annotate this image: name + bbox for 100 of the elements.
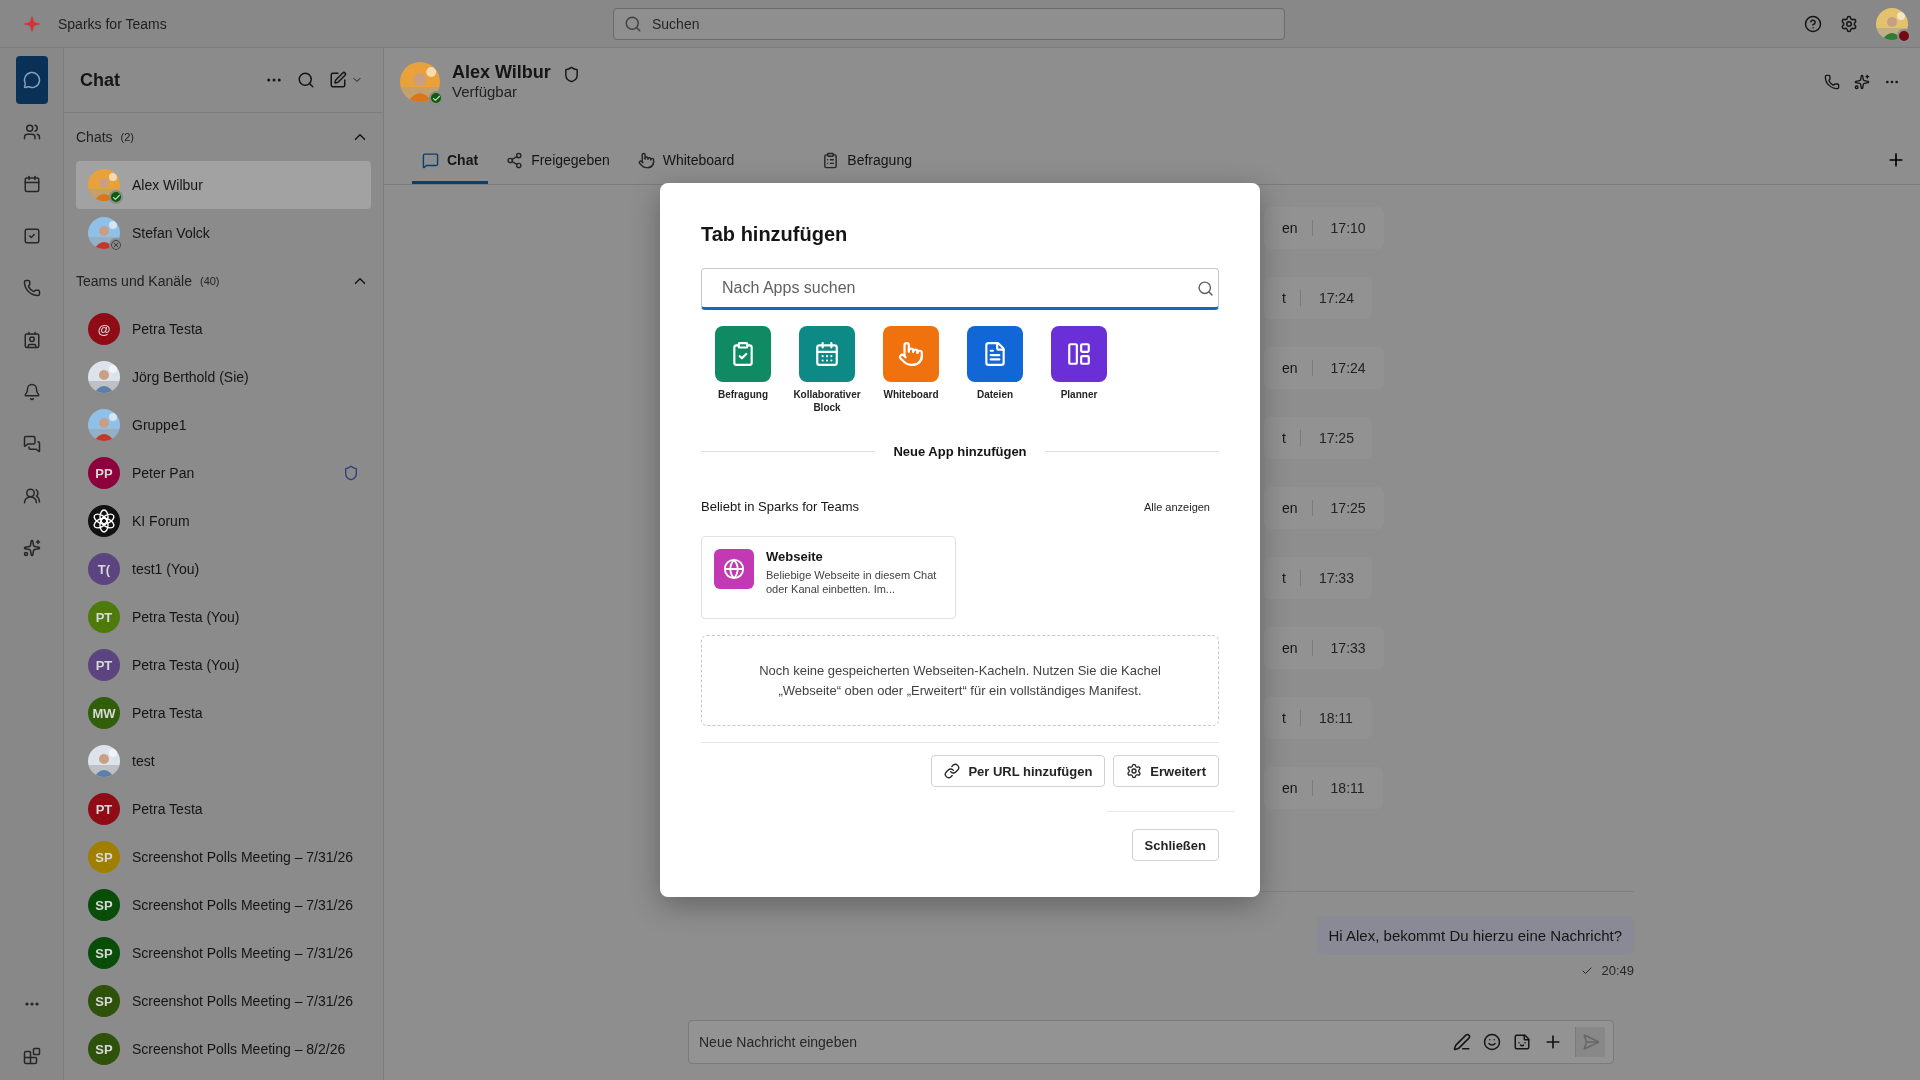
chat-name: Petra Testa (You) (132, 609, 241, 625)
app-search-bar[interactable]: Nach Apps suchen (701, 268, 1219, 310)
app-tile[interactable]: Befragung (701, 326, 785, 414)
chat-name: Stefan Volck (132, 225, 211, 241)
chat-list-item[interactable]: T( test1 (You) (76, 545, 371, 593)
sparkles-icon[interactable] (1854, 74, 1870, 90)
chat-name: Alex Wilbur (132, 177, 204, 193)
contact-name: Alex Wilbur (452, 62, 551, 83)
chat-name: Jörg Berthold (Sie) (132, 369, 250, 385)
emoji-icon[interactable] (1483, 1033, 1501, 1051)
chat-list-item[interactable]: SP Screenshot Polls Meeting – 7/31/26 (76, 929, 371, 977)
tab[interactable]: Chat (412, 136, 489, 184)
chat-name: Screenshot Polls Meeting – 8/2/26 (132, 1041, 347, 1057)
chat-list-item[interactable]: PT Petra Testa (You) (76, 641, 371, 689)
message-time: 17:33 (1311, 640, 1366, 656)
avatar-initials: SP (88, 889, 120, 921)
message-input[interactable]: Neue Nachricht eingeben (697, 1033, 1441, 1051)
message-text: en (1282, 780, 1298, 796)
section-count: (40) (199, 275, 220, 287)
message-time: 18:11 (1311, 780, 1365, 796)
message-time: 20:49 (1601, 963, 1634, 978)
chat-list-item[interactable]: PP Peter Pan (76, 449, 371, 497)
avatar-initials: @ (88, 313, 120, 345)
chat-name: KI Forum (132, 513, 191, 529)
chat-list-item[interactable]: Jörg Berthold (Sie) (76, 353, 371, 401)
people-icon (22, 123, 41, 141)
chat-name: Petra Testa (132, 801, 204, 817)
close-button[interactable]: Schließen (1131, 829, 1219, 861)
app-title: Sparks for Teams (58, 15, 168, 32)
rail-button[interactable] (15, 56, 48, 104)
gear-icon (1126, 763, 1143, 779)
message-text: en (1282, 500, 1298, 516)
tab[interactable]: Befragung (812, 136, 922, 184)
card-description: Beliebige Webseite in diesem Chat oder Kanal einbetten. Im... (766, 568, 938, 597)
sticker-icon[interactable] (1513, 1033, 1531, 1051)
chat-bubble-icon (422, 151, 439, 169)
message-text: en (1282, 640, 1298, 656)
show-all-link[interactable]: Alle anzeigen (1143, 500, 1210, 513)
section-title: Beliebt in Sparks for Teams (701, 499, 859, 514)
format-icon[interactable] (1453, 1033, 1471, 1051)
help-icon[interactable] (1804, 14, 1822, 33)
chat-list-item[interactable]: SP Screenshot Polls Meeting – 7/31/26 (76, 881, 371, 929)
settings-icon[interactable] (1840, 14, 1858, 33)
search-icon[interactable] (297, 71, 315, 89)
shield-icon (562, 66, 580, 83)
section-count: (2) (120, 131, 135, 143)
people-chat-icon (22, 435, 41, 453)
chat-name: Petra Testa (132, 705, 204, 721)
message-time: 17:24 (1299, 290, 1354, 306)
avatar-initials: MW (88, 697, 120, 729)
avatar-initials: PT (88, 649, 120, 681)
chat-list-item[interactable]: SP Screenshot Polls Meeting – 7/31/26 (76, 977, 371, 1025)
advanced-button[interactable]: Erweitert (1113, 755, 1219, 787)
more-icon (24, 1002, 39, 1006)
chat-list-item[interactable]: SP Screenshot Polls Meeting – 8/2/26 (76, 1025, 371, 1073)
empty-note: Noch keine gespeicherten Webseiten-Kacheln. Nutzen Sie die Kachel „Webseite“ oben oder „Erweitert“ für ein vollständiges Manifest. (758, 662, 1162, 700)
sent-message: Hi Alex, bekommt Du hierzu eine Nachricht? (1316, 916, 1634, 955)
app-card[interactable]: Webseite Beliebige Webseite in diesem Chat oder Kanal einbetten. Im... (701, 536, 956, 619)
chat-list-item[interactable]: test (76, 737, 371, 785)
search-bar[interactable]: Suchen (613, 7, 1285, 40)
search-field[interactable]: Suchen (650, 14, 1274, 33)
chat-list-item[interactable]: SP Screenshot Polls Meeting – 7/31/26 (76, 833, 371, 881)
send-icon (1581, 1033, 1600, 1051)
chat-list-item[interactable]: MW Petra Testa (76, 689, 371, 737)
new-chat-icon[interactable] (329, 71, 347, 89)
bell-icon (22, 383, 41, 401)
message-composer[interactable]: Neue Nachricht eingeben (688, 1020, 1614, 1064)
chat-list-item[interactable]: PT Petra Testa (You) (76, 593, 371, 641)
message-text: t (1282, 430, 1286, 446)
section-label: Neue App hinzufügen (893, 444, 1027, 459)
app-tile[interactable]: Whiteboard (869, 326, 953, 414)
phone-icon[interactable] (1824, 74, 1840, 90)
card-title: Webseite (766, 549, 824, 564)
app-tile[interactable]: Dateien (953, 326, 1037, 414)
checkbox-icon (22, 227, 41, 245)
app-tile[interactable]: Planner (1037, 326, 1121, 414)
avatar-initials: T( (88, 553, 120, 585)
tab[interactable]: Freigegeben (496, 136, 620, 184)
add-url-button[interactable]: Per URL hinzufügen (931, 755, 1106, 787)
chat-name: Screenshot Polls Meeting – 7/31/26 (132, 849, 355, 865)
message-time: 17:24 (1311, 360, 1366, 376)
chat-icon (22, 71, 41, 89)
chat-list-item[interactable]: PT Petra Testa (76, 785, 371, 833)
chat-list-item[interactable]: Stefan Volck (76, 209, 371, 257)
message-text: t (1282, 710, 1286, 726)
app-search-field[interactable]: Nach Apps suchen (720, 278, 1197, 298)
share-icon (506, 151, 524, 169)
chat-list-item[interactable]: KI Forum (76, 497, 371, 545)
chat-name: Petra Testa (132, 321, 204, 337)
avatar-initials: SP (88, 937, 120, 969)
chat-list-item[interactable]: Gruppe1 (76, 401, 371, 449)
chat-list-item[interactable]: Alex Wilbur (76, 161, 371, 209)
chat-name: Screenshot Polls Meeting – 7/31/26 (132, 993, 355, 1009)
chat-name: Screenshot Polls Meeting – 7/31/26 (132, 897, 355, 913)
knot-logo-icon (88, 505, 120, 537)
globe-icon (714, 549, 754, 589)
message-time: 18:11 (1299, 710, 1353, 726)
section-title: Chats (76, 129, 113, 145)
chat-list-item[interactable]: @ Petra Testa (76, 305, 371, 353)
app-tile[interactable]: Kollaborativer Block (785, 326, 869, 414)
